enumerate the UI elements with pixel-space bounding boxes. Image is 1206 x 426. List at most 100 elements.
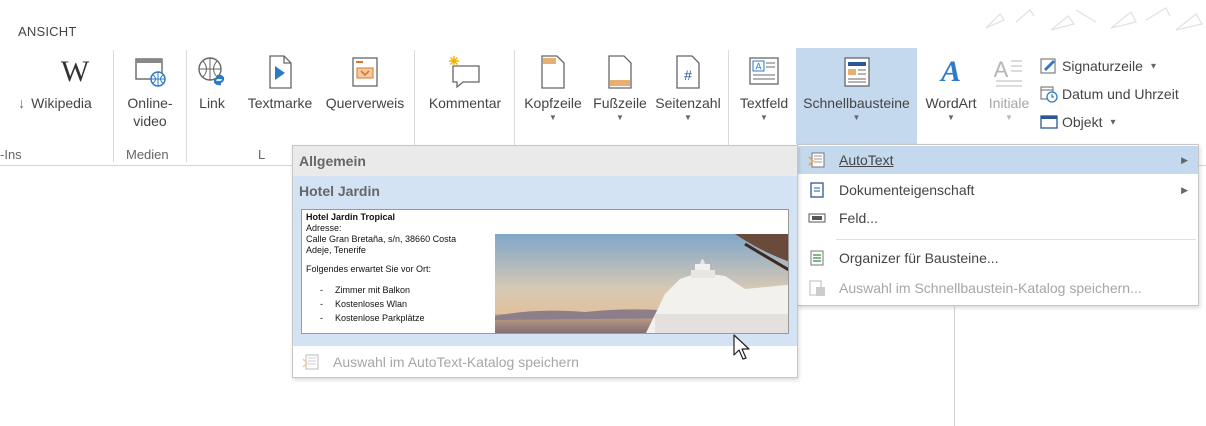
autotext-label: AutoText: [839, 152, 894, 168]
submenu-arrow-icon: ▶: [1181, 154, 1188, 165]
signature-line-label: Signaturzeile: [1062, 58, 1143, 74]
svg-text:#: #: [684, 67, 692, 83]
new-comment-icon: [443, 50, 487, 94]
preview-heading: Hotel Jardin Tropical: [306, 212, 396, 222]
signature-line-dropdown-arrow: ▾: [1150, 60, 1156, 72]
textbox-dropdown-arrow: ▼: [760, 113, 768, 122]
preview-list-item: Kostenlose Parkplätze: [320, 313, 496, 324]
header-button[interactable]: Kopfzeile ▼: [518, 48, 588, 144]
textbox-label: Textfeld: [739, 95, 789, 111]
organizer-icon: [807, 248, 827, 268]
preview-address-line1: Calle Gran Bretaña, s/n, 38660 Costa: [306, 234, 457, 244]
online-video-label: Online- video: [127, 95, 173, 129]
comment-button[interactable]: Kommentar: [420, 48, 510, 144]
online-video-icon: [128, 50, 172, 94]
cross-reference-button[interactable]: Querverweis: [320, 48, 410, 144]
bookmark-icon: [258, 50, 302, 94]
group-label-media: Medien: [126, 147, 169, 162]
tab-ansicht[interactable]: ANSICHT: [18, 24, 76, 39]
date-time-label: Datum und Uhrzeit: [1062, 86, 1179, 102]
link-icon: [190, 50, 234, 94]
preview-address-label: Adresse:: [306, 223, 342, 233]
object-label: Objekt: [1062, 114, 1103, 130]
page-number-dropdown-arrow: ▼: [684, 113, 692, 122]
autotext-icon: [807, 150, 827, 170]
wikipedia-label: Wikipedia: [31, 95, 92, 111]
save-to-gallery-label: Auswahl im Schnellbaustein-Katalog speic…: [839, 280, 1142, 296]
autotext-entry-hotel-jardin[interactable]: Hotel Jardin Hotel Jardin Tropical Adres…: [293, 176, 797, 346]
submenu-arrow-icon: ▶: [1181, 184, 1188, 195]
drop-cap-icon: A: [987, 50, 1031, 94]
group-label-links: L: [258, 147, 266, 162]
document-property-label: Dokumenteigenschaft: [839, 182, 975, 198]
menu-item-autotext[interactable]: AutoText ▶: [798, 146, 1198, 174]
wikipedia-icon: W: [60, 55, 90, 88]
autotext-preview: Hotel Jardin Tropical Adresse: Calle Gra…: [301, 209, 789, 334]
page-number-button[interactable]: # Seitenzahl ▼: [652, 48, 724, 144]
autotext-entry-title: Hotel Jardin: [299, 183, 380, 199]
wikipedia-button[interactable]: W ↓ Wikipedia: [0, 48, 110, 144]
ribbon-tab-bar: ANSICHT: [0, 0, 1206, 48]
header-label: Kopfzeile: [524, 95, 582, 111]
mouse-cursor-icon: [733, 334, 750, 360]
gallery-category-header: Allgemein: [293, 146, 797, 176]
page-number-icon: #: [666, 50, 710, 94]
menu-separator: [836, 239, 1196, 240]
header-icon: [531, 50, 575, 94]
textbox-icon: A: [742, 50, 786, 94]
footer-dropdown-arrow: ▼: [616, 113, 624, 122]
link-label: Link: [199, 95, 225, 111]
ribbon-watermark-decoration: [985, 7, 1204, 31]
quick-parts-dropdown-arrow: ▼: [852, 113, 861, 122]
menu-item-field[interactable]: Feld...: [798, 204, 1198, 232]
menu-item-organizer[interactable]: Organizer für Bausteine...: [798, 244, 1198, 272]
hotel-photo: [495, 234, 788, 333]
save-selection-icon: [301, 352, 321, 372]
date-time-button[interactable]: Datum und Uhrzeit: [1040, 82, 1179, 106]
wordart-icon: A: [940, 55, 961, 88]
organizer-label: Organizer für Bausteine...: [839, 250, 999, 266]
field-icon: [807, 208, 827, 228]
preview-intro: Folgendes erwartet Sie vor Ort:: [306, 264, 432, 274]
footer-label: Fußzeile: [593, 95, 647, 111]
preview-list-item: Zimmer mit Balkon: [320, 285, 496, 296]
bookmark-button[interactable]: Textmarke: [242, 48, 318, 144]
svg-text:A: A: [755, 62, 761, 72]
quick-parts-button[interactable]: Schnellbausteine ▼: [796, 48, 917, 144]
drop-cap-dropdown-arrow: ▼: [1005, 113, 1013, 122]
menu-item-save-to-gallery[interactable]: Auswahl im Schnellbaustein-Katalog speic…: [798, 274, 1198, 302]
signature-line-icon: [1040, 57, 1058, 75]
quick-parts-label: Schnellbausteine: [803, 95, 910, 111]
drop-cap-button[interactable]: A Initiale ▼: [984, 48, 1034, 144]
left-group-arrow: ↓: [18, 95, 26, 111]
menu-item-document-property[interactable]: Dokumenteigenschaft ▶: [798, 176, 1198, 204]
save-to-autotext-gallery-label: Auswahl im AutoText-Katalog speichern: [333, 354, 579, 370]
preview-address-line2: Adeje, Tenerife: [306, 245, 366, 255]
document-property-icon: [807, 180, 827, 200]
save-to-autotext-gallery[interactable]: Auswahl im AutoText-Katalog speichern: [293, 346, 797, 378]
object-icon: [1040, 113, 1058, 131]
save-selection-icon: [807, 278, 827, 298]
object-button[interactable]: Objekt ▾: [1040, 110, 1116, 134]
group-separator: [186, 50, 187, 162]
wordart-label: WordArt: [925, 95, 977, 111]
bookmark-label: Textmarke: [247, 95, 313, 111]
cross-reference-icon: [343, 50, 387, 94]
header-dropdown-arrow: ▼: [549, 113, 557, 122]
page-number-label: Seitenzahl: [655, 95, 721, 111]
textbox-button[interactable]: A Textfeld ▼: [732, 48, 796, 144]
group-separator: [113, 50, 114, 162]
group-label-addins: -Ins: [0, 147, 22, 162]
online-video-button[interactable]: Online- video: [116, 48, 184, 144]
preview-list-item: Kostenloses Wlan: [320, 299, 496, 310]
footer-icon: [598, 50, 642, 94]
object-dropdown-arrow: ▾: [1110, 116, 1116, 128]
comment-label: Kommentar: [428, 95, 502, 111]
quick-parts-icon: [835, 50, 879, 94]
drop-cap-label: Initiale: [988, 95, 1030, 111]
wordart-button[interactable]: A WordArt ▼: [918, 48, 984, 144]
link-button[interactable]: Link: [190, 48, 234, 144]
footer-button[interactable]: Fußzeile ▼: [588, 48, 652, 144]
signature-line-button[interactable]: Signaturzeile ▾: [1040, 54, 1156, 78]
svg-text:A: A: [994, 57, 1009, 82]
